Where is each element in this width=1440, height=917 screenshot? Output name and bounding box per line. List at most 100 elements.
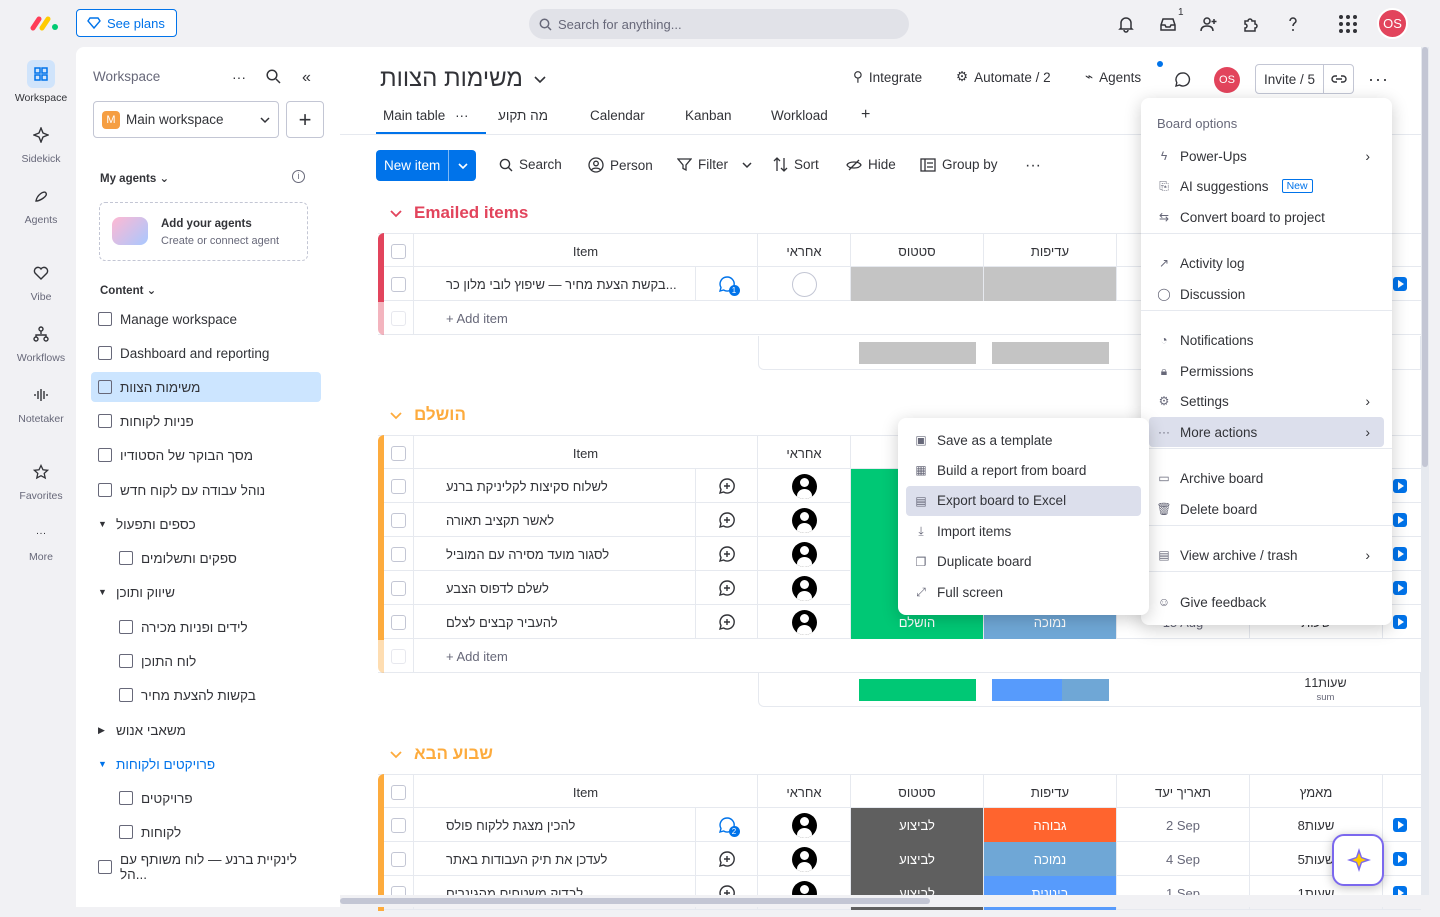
status-cell[interactable] <box>851 267 984 301</box>
board-option-item[interactable]: 🗑︎ Delete board <box>1149 494 1384 524</box>
app-grid-icon[interactable] <box>1336 12 1360 36</box>
my-agents-header[interactable]: My agents ⌄ <box>100 171 169 185</box>
board-option-item[interactable]: ϟ Power-Ups › <box>1149 141 1384 171</box>
monday-logo[interactable] <box>30 14 60 32</box>
add-item-row[interactable]: + Add item <box>378 639 1421 673</box>
status-cell[interactable]: לביצוע <box>851 808 984 842</box>
rail-workflows[interactable]: Workflows <box>6 320 76 364</box>
row-checkbox[interactable] <box>384 808 414 842</box>
inbox-icon[interactable] <box>1156 12 1180 36</box>
sidebar-item[interactable]: Dashboard and reporting <box>91 338 321 368</box>
sidebar-more-icon[interactable]: ··· <box>232 69 246 85</box>
updates-cell[interactable] <box>696 503 758 537</box>
board-option-item[interactable]: ⎘ AI suggestions New <box>1149 171 1384 201</box>
horizontal-scrollbar-thumb[interactable] <box>340 898 930 904</box>
updates-cell[interactable] <box>696 605 758 639</box>
see-plans-button[interactable]: See plans <box>76 9 177 37</box>
board-option-item[interactable]: ↗ Activity log <box>1149 248 1384 278</box>
caret-right-icon[interactable]: ▶ <box>98 725 108 736</box>
board-option-item[interactable]: ◯ Discussion <box>1149 279 1384 309</box>
board-title[interactable]: משימות הצוות <box>380 65 547 93</box>
sidebar-item[interactable]: ▼ כספים ותפעול <box>91 509 321 539</box>
row-checkbox[interactable] <box>384 503 414 537</box>
sidebar-item[interactable]: בקשות להצעת מחיר <box>112 680 321 710</box>
owner-cell[interactable] <box>758 842 851 876</box>
group-title[interactable]: Emailed items <box>390 203 528 223</box>
play-icon[interactable] <box>1393 513 1407 527</box>
row-checkbox[interactable] <box>384 605 414 639</box>
column-header-item[interactable]: Item <box>414 234 758 268</box>
priority-summary-bar[interactable] <box>992 342 1109 364</box>
invite-button[interactable]: Invite / 5 <box>1255 64 1354 94</box>
priority-cell[interactable]: גבוהה <box>984 808 1117 842</box>
board-avatar[interactable]: OS <box>1214 67 1240 93</box>
board-option-item[interactable]: ▭ Archive board <box>1149 463 1384 493</box>
group-title[interactable]: שבוע הבא <box>390 744 493 764</box>
tab-workload[interactable]: Workload <box>771 108 828 123</box>
board-option-item[interactable]: ··· More actions › <box>1149 417 1384 447</box>
item-name[interactable]: לסגור מועד מסירה עם המובּיל <box>414 537 696 571</box>
tab-main-table[interactable]: Main table ··· <box>383 108 469 123</box>
sidebar-item[interactable]: Manage workspace <box>91 304 321 334</box>
owner-cell[interactable] <box>758 503 851 537</box>
item-name[interactable]: לשלוח סקיצות לקליניקת ברנע <box>414 469 696 503</box>
horizontal-scrollbar-track[interactable] <box>340 895 1421 907</box>
play-icon[interactable] <box>1393 852 1407 866</box>
priority-summary-bar[interactable] <box>992 679 1109 701</box>
more-action-item[interactable]: ▦ Build a report from board <box>906 455 1141 485</box>
more-action-item[interactable]: ▣ Save as a template <box>906 425 1141 455</box>
row-checkbox[interactable] <box>384 639 414 673</box>
tab-stuck[interactable]: מה תקוע <box>498 108 548 123</box>
tab-calendar[interactable]: Calendar <box>590 108 645 123</box>
global-search-input[interactable]: Search for anything... <box>529 9 909 39</box>
play-icon[interactable] <box>1393 818 1407 832</box>
tab-kanban[interactable]: Kanban <box>685 108 732 123</box>
agents-button[interactable]: ⌁ Agents <box>1085 69 1141 85</box>
collapse-sidebar-icon[interactable]: « <box>302 69 311 87</box>
priority-cell[interactable] <box>984 267 1117 301</box>
status-summary-bar[interactable] <box>859 679 976 701</box>
priority-cell[interactable]: נמוכה <box>984 842 1117 876</box>
caret-down-icon[interactable]: ▼ <box>98 759 108 769</box>
column-header-status[interactable]: סטטוס <box>851 234 984 268</box>
board-option-item[interactable]: ⇆ Convert board to project <box>1149 202 1384 232</box>
updates-cell[interactable]: 1 <box>696 267 758 301</box>
add-item-input[interactable]: + Add item <box>446 639 646 673</box>
chevron-down-icon[interactable] <box>390 409 402 421</box>
bell-icon[interactable] <box>1114 12 1138 36</box>
group-title[interactable]: הושלם <box>390 405 466 425</box>
sidebar-search-icon[interactable] <box>266 69 281 84</box>
status-cell[interactable]: לביצוע <box>851 842 984 876</box>
item-name[interactable]: להכין מצגת ללקוח פולס <box>414 808 696 842</box>
due-date-cell[interactable]: 2 Sep <box>1117 808 1250 842</box>
more-action-item[interactable]: ⤢ Full screen <box>906 577 1141 607</box>
select-all-checkbox[interactable] <box>384 775 414 809</box>
play-icon[interactable] <box>1393 615 1407 629</box>
item-name[interactable]: לעדכן את תיק העבודות באתר <box>414 842 696 876</box>
item-name[interactable]: בקשת הצעת מחיר — שיפוץ לובי מלון כר... <box>414 267 696 301</box>
table-row[interactable]: לעדכן את תיק העבודות באתר לביצוע נמוכה 4 Se… <box>378 842 1421 877</box>
more-action-item[interactable]: ▤ Export board to Excel <box>906 485 1141 516</box>
invite-user-icon[interactable] <box>1197 12 1221 36</box>
updates-cell[interactable] <box>696 469 758 503</box>
sidebar-item[interactable]: נוהל עבודה עם לקוח חדש <box>91 475 321 505</box>
owner-cell[interactable] <box>758 808 851 842</box>
sidebar-item[interactable]: לוח התוכן <box>112 646 321 676</box>
rail-sidekick[interactable]: Sidekick <box>6 121 76 165</box>
vertical-scrollbar-thumb[interactable] <box>1422 47 1428 467</box>
sidebar-item[interactable]: ספקים ותשלומים <box>112 543 321 573</box>
updates-cell[interactable] <box>696 571 758 605</box>
sidebar-item[interactable]: ▼ שיווק ותוכן <box>91 577 321 607</box>
automate-button[interactable]: ⚙ Automate / 2 <box>956 69 1051 85</box>
help-icon[interactable] <box>1281 12 1305 36</box>
item-name[interactable]: לאשר תקציב תאורה <box>414 503 696 537</box>
board-option-item[interactable]: ☺ Give feedback <box>1149 587 1384 617</box>
apps-puzzle-icon[interactable] <box>1239 12 1263 36</box>
play-icon[interactable] <box>1393 547 1407 561</box>
updates-cell[interactable] <box>696 537 758 571</box>
toolbar-filter[interactable]: Filter <box>677 157 752 172</box>
row-checkbox[interactable] <box>384 267 414 301</box>
play-icon[interactable] <box>1393 277 1407 291</box>
sidekick-fab[interactable] <box>1332 834 1384 886</box>
toolbar-more-icon[interactable]: ··· <box>1025 157 1041 175</box>
